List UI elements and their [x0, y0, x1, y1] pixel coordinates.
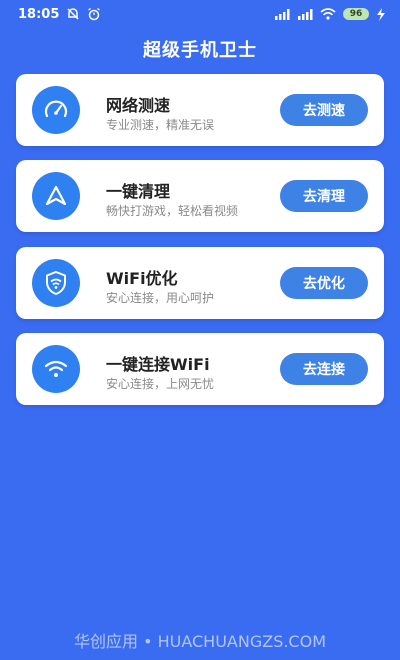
navigation-arrow-icon — [32, 172, 80, 220]
card-speed-test[interactable]: 网络测速 专业测速，精准无误 去测速 — [16, 74, 384, 146]
notification-off-icon — [66, 7, 80, 21]
status-bar: 18:05 96 — [0, 0, 400, 28]
card-title: 网络测速 — [106, 96, 171, 115]
footer-watermark: 华创应用 • HUACHUANGZS.COM — [73, 632, 327, 651]
card-wifi-optimize[interactable]: WiFi优化 安心连接，用心呵护 去优化 — [16, 247, 384, 319]
card-title: 一键连接WiFi — [106, 355, 210, 374]
charging-icon — [376, 7, 386, 21]
card-wifi-connect[interactable]: 一键连接WiFi 安心连接，上网无忧 去连接 — [16, 333, 384, 405]
optimize-button[interactable]: 去优化 — [280, 267, 368, 299]
card-subtitle: 专业测速，精准无误 — [106, 118, 215, 132]
speed-test-button[interactable]: 去测速 — [280, 94, 368, 126]
page-title: 超级手机卫士 — [143, 40, 257, 61]
connect-button[interactable]: 去连接 — [280, 353, 368, 385]
status-time: 18:05 — [18, 6, 60, 22]
wifi-status-icon — [320, 8, 336, 20]
alarm-clock-icon — [87, 7, 101, 21]
card-subtitle: 畅快打游戏，轻松看视频 — [106, 204, 239, 218]
card-clean[interactable]: 一键清理 畅快打游戏，轻松看视频 去清理 — [16, 160, 384, 232]
card-subtitle: 安心连接，用心呵护 — [106, 291, 215, 305]
signal-icon-secondary — [297, 8, 313, 20]
card-title: 一键清理 — [106, 182, 171, 201]
battery-indicator: 96 — [343, 8, 369, 20]
card-subtitle: 安心连接，上网无忧 — [106, 377, 215, 391]
shield-wifi-icon — [32, 259, 80, 307]
speedometer-icon — [32, 86, 80, 134]
wifi-icon — [32, 345, 80, 393]
status-left: 18:05 — [18, 7, 101, 22]
card-title: WiFi优化 — [106, 269, 178, 288]
signal-icon — [274, 8, 290, 20]
status-right: 96 — [274, 7, 386, 21]
clean-button[interactable]: 去清理 — [280, 180, 368, 212]
